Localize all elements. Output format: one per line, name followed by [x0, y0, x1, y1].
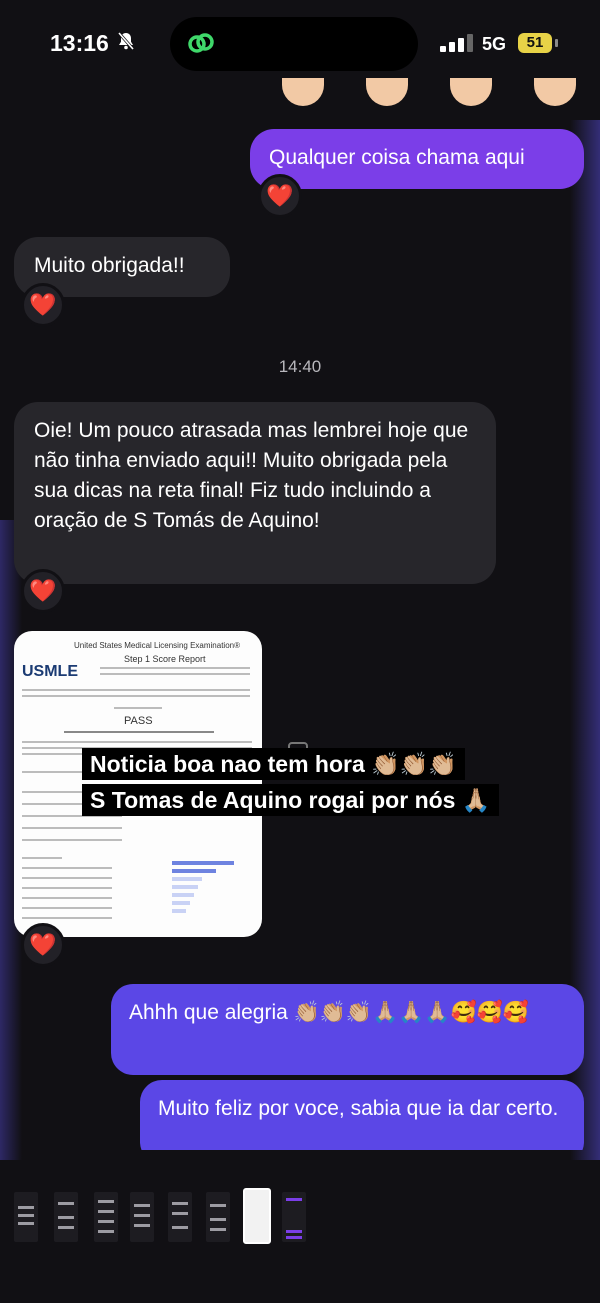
doc-subtitle: Step 1 Score Report — [124, 654, 206, 664]
message-outgoing-emoji[interactable]: Ahhh que alegria 👏🏼👏🏼👏🏼🙏🏼🙏🏼🙏🏼🥰🥰🥰 — [111, 984, 584, 1075]
message-incoming-long[interactable]: Oie! Um pouco atrasada mas lembrei hoje … — [14, 402, 496, 584]
heart-reaction[interactable]: ❤️ — [21, 569, 65, 613]
heart-reaction[interactable]: ❤️ — [258, 174, 302, 218]
thumbnail[interactable] — [54, 1192, 78, 1242]
thumbnail[interactable] — [168, 1192, 192, 1242]
screenshot-thumbnail-strip[interactable] — [0, 1188, 600, 1248]
chat-thread[interactable]: Qualquer coisa chama aqui ❤️ Muito obrig… — [0, 78, 600, 1150]
doc-title: United States Medical Licensing Examinat… — [74, 641, 240, 650]
story-caption-line1: Noticia boa nao tem hora 👏🏼👏🏼👏🏼 — [82, 748, 466, 780]
battery-tip — [555, 39, 558, 47]
message-outgoing[interactable]: Muito feliz por voce, sabia que ia dar c… — [140, 1080, 584, 1150]
message-timestamp: 14:40 — [278, 357, 322, 376]
heart-reaction[interactable]: ❤️ — [21, 923, 65, 967]
thumbnail[interactable] — [14, 1192, 38, 1242]
heart-reaction[interactable]: ❤️ — [21, 283, 65, 327]
thumbnail[interactable] — [130, 1192, 154, 1242]
thumbnail[interactable] — [282, 1192, 306, 1242]
network-type: 5G — [482, 34, 507, 54]
status-bar: 13:16 5G 51 — [0, 0, 600, 90]
test-result: PASS — [124, 715, 153, 727]
bell-slash-icon — [116, 31, 136, 56]
app-link-icon — [186, 28, 216, 58]
thumbnail[interactable] — [206, 1192, 230, 1242]
clapping-hand-emoji-partial — [534, 78, 576, 106]
story-caption-line2: S Tomas de Aquino rogai por nós 🙏🏼 — [82, 784, 499, 816]
clapping-hand-emoji-partial — [450, 78, 492, 106]
thumbnail-selected[interactable] — [243, 1188, 271, 1244]
clapping-hand-emoji-partial — [282, 78, 324, 106]
message-outgoing[interactable]: Qualquer coisa chama aqui — [250, 129, 584, 189]
dynamic-island[interactable] — [170, 17, 418, 71]
clapping-hand-emoji-partial — [366, 78, 408, 106]
thumbnail[interactable] — [94, 1192, 118, 1242]
clock: 13:16 — [50, 30, 109, 56]
usmle-logo: USMLE — [22, 663, 78, 680]
battery-icon: 51 — [518, 33, 552, 53]
cellular-signal-icon — [440, 34, 474, 52]
